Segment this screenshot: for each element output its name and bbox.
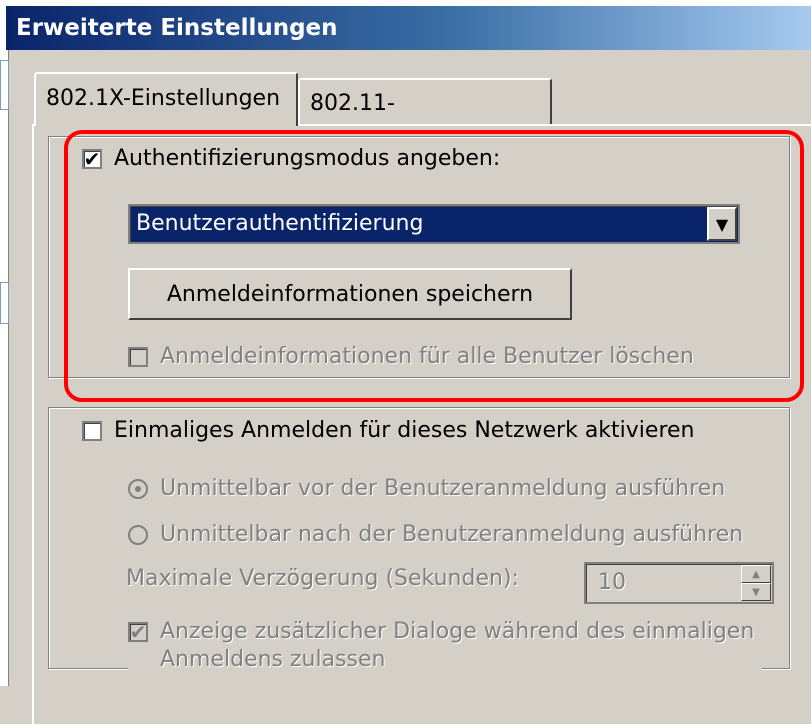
save-credentials-button[interactable]: Anmeldeinformationen speichern — [128, 268, 572, 320]
additional-dialogs-label-line2: Anmeldens zulassen — [160, 647, 386, 672]
window-title: Erweiterte Einstellungen — [16, 15, 338, 41]
tab-label: 802.1X-Einstellungen — [46, 86, 281, 111]
auth-mode-select-value: Benutzerauthentifizierung — [136, 211, 424, 236]
additional-dialogs-label-line1: Anzeige zusätzlicher Dialoge während des… — [160, 619, 755, 644]
delete-all-credentials-row[interactable]: Anmeldeinformationen für alle Benutzer l… — [128, 344, 702, 369]
radio-before-logon-row[interactable]: Unmittelbar vor der Benutzeranmeldung au… — [128, 476, 725, 501]
auth-mode-checkbox[interactable]: ✔ — [82, 146, 102, 171]
save-credentials-label: Anmeldeinformationen speichern — [166, 281, 534, 307]
spin-down-button[interactable]: ▼ — [741, 583, 771, 601]
max-delay-spinner[interactable]: 10 ▲ ▼ — [584, 562, 774, 604]
tab-8021x[interactable]: 802.1X-Einstellungen — [34, 72, 298, 126]
arrow-down-icon: ▼ — [752, 586, 760, 598]
additional-dialogs-checkbox[interactable]: ✔ — [128, 622, 148, 642]
tab-80211[interactable]: 802.11-Einstellungen — [298, 78, 552, 164]
sso-label: Einmaliges Anmelden für dieses Netzwerk … — [114, 418, 695, 443]
dialog-body: 802.1X-Einstellungen 802.11-Einstellunge… — [10, 50, 811, 724]
max-delay-label: Maximale Verzögerung (Sekunden): — [126, 566, 519, 591]
auth-mode-label: Authentifizierungsmodus angeben: — [114, 146, 501, 171]
auth-mode-checkbox-row[interactable]: ✔ Authentifizierungsmodus angeben: — [82, 146, 509, 171]
additional-dialogs-label: Anzeige zusätzlicher Dialoge während des… — [160, 618, 754, 674]
checkmark-icon: ✔ — [83, 146, 101, 171]
radio-after-logon-row[interactable]: Unmittelbar nach der Benutzeranmeldung a… — [128, 522, 743, 547]
background-field — [0, 60, 9, 110]
arrow-up-icon: ▲ — [752, 568, 760, 580]
auth-mode-select[interactable]: Benutzerauthentifizierung ▼ — [128, 204, 740, 244]
radio-before-logon[interactable] — [128, 478, 148, 499]
chevron-down-icon: ▼ — [715, 214, 729, 234]
dropdown-button[interactable]: ▼ — [707, 207, 737, 241]
additional-dialogs-row[interactable]: ✔ Anzeige zusätzlicher Dialoge während d… — [128, 618, 763, 674]
background-field — [0, 282, 9, 324]
delete-all-credentials-checkbox[interactable] — [128, 346, 148, 367]
spin-up-button[interactable]: ▲ — [741, 565, 771, 583]
sso-checkbox[interactable] — [82, 420, 102, 441]
checkmark-icon: ✔ — [129, 620, 147, 644]
delete-all-credentials-label: Anmeldeinformationen für alle Benutzer l… — [160, 344, 694, 369]
sso-checkbox-row[interactable]: Einmaliges Anmelden für dieses Netzwerk … — [82, 418, 703, 443]
radio-after-logon[interactable] — [128, 524, 148, 545]
auth-mode-group — [48, 136, 790, 378]
radio-after-logon-label: Unmittelbar nach der Benutzeranmeldung a… — [160, 522, 744, 547]
max-delay-value: 10 — [598, 570, 626, 595]
window-titlebar[interactable]: Erweiterte Einstellungen — [6, 6, 811, 50]
radio-before-logon-label: Unmittelbar vor der Benutzeranmeldung au… — [160, 476, 726, 501]
